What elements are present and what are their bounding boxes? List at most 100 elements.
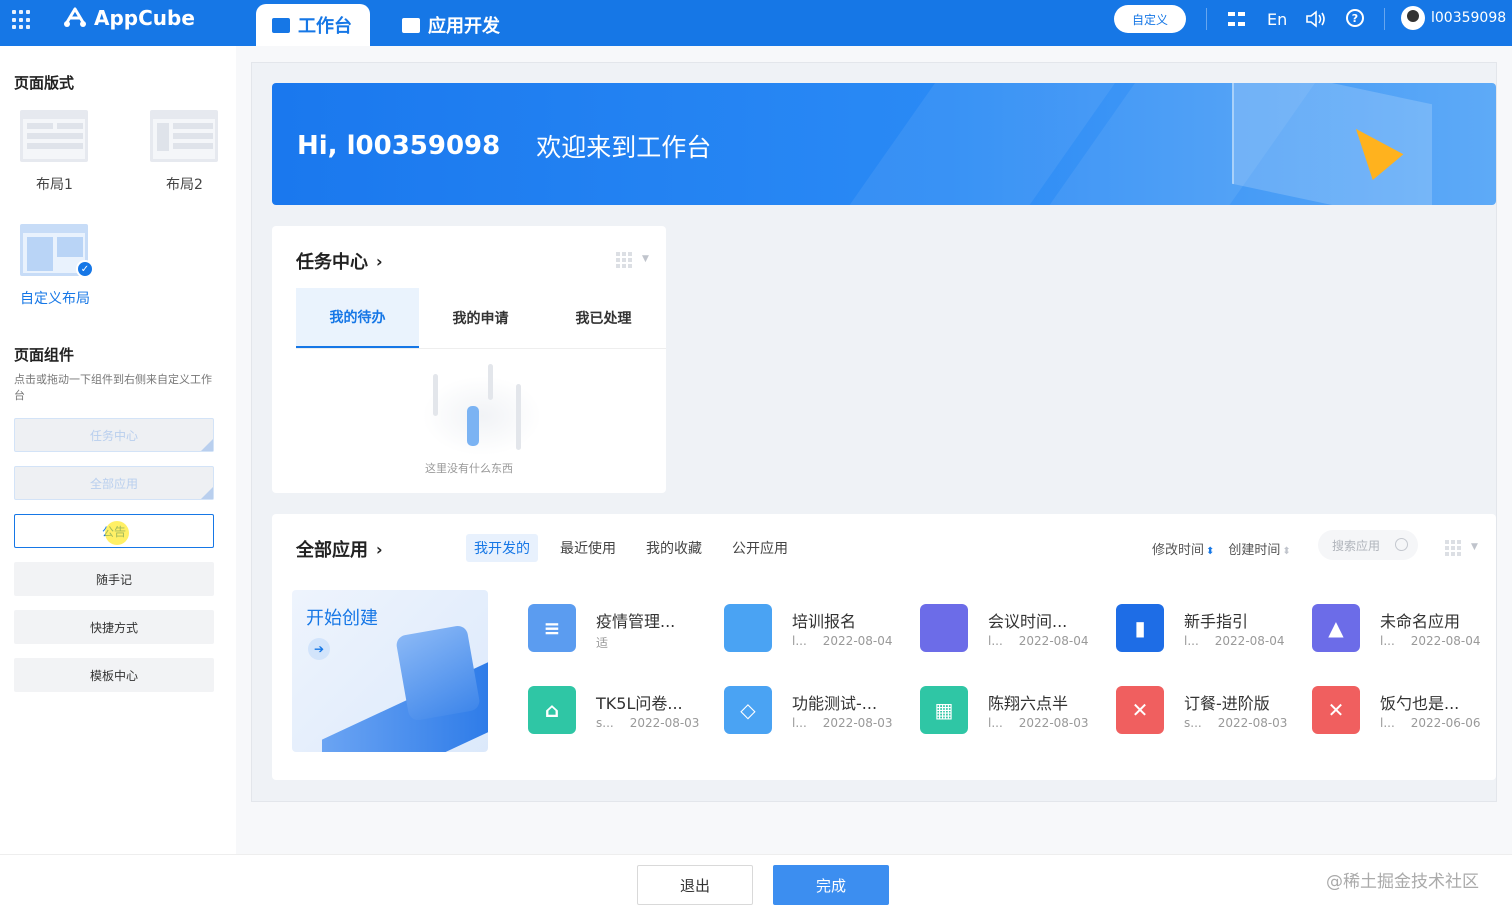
app-name: 疫情管理...	[596, 612, 676, 631]
banner-illustration	[1232, 83, 1432, 205]
app-meta: l... 2022-08-04	[792, 634, 893, 648]
app-item[interactable]: ▦ 陈翔六点半 l... 2022-08-03	[920, 684, 1110, 740]
cactus-illustration	[516, 384, 521, 450]
tab-processed[interactable]: 我已处理	[542, 288, 665, 348]
app-item[interactable]: ✕ 订餐-进阶版 s... 2022-08-03	[1116, 684, 1306, 740]
done-button[interactable]: 完成	[773, 865, 889, 905]
layout-2-thumbnail[interactable]	[150, 110, 218, 162]
bookmark-icon: ▮	[1116, 604, 1164, 652]
app-tabs: 我开发的 最近使用 我的收藏 公开应用	[466, 534, 796, 562]
empty-illustration	[422, 376, 542, 456]
greeting: Hi, l00359098	[297, 131, 501, 161]
app-item[interactable]: ≡ 疫情管理... 适	[528, 602, 718, 658]
app-item[interactable]: ⌂ TK5L问卷... s... 2022-08-03	[528, 684, 718, 740]
all-apps-title-text: 全部应用	[296, 540, 368, 561]
app-item[interactable]: 培训报名 l... 2022-08-04	[724, 602, 914, 658]
sort-modified[interactable]: 修改时间 ⬍	[1152, 539, 1214, 558]
app-meta: l... 2022-08-04	[988, 634, 1089, 648]
app-name: 功能测试-...	[792, 694, 878, 713]
code-screen-icon	[402, 17, 420, 33]
language-toggle[interactable]: En	[1267, 8, 1287, 30]
shield-icon: ◇	[724, 686, 772, 734]
app-item[interactable]: ✕ 饭勺也是... l... 2022-06-06	[1312, 684, 1502, 740]
drag-handle-icon[interactable]	[1445, 540, 1461, 556]
search-input[interactable]: 搜索应用	[1318, 530, 1418, 560]
chevron-down-icon[interactable]: ▼	[1471, 542, 1478, 552]
app-name: 饭勺也是...	[1380, 694, 1460, 713]
tab-recent[interactable]: 最近使用	[552, 534, 624, 562]
app-meta: s... 2022-08-03	[1184, 716, 1288, 730]
cactus-illustration	[433, 374, 438, 416]
tab-workbench-label: 工作台	[298, 16, 352, 37]
code-icon	[724, 604, 772, 652]
app-logo[interactable]: AppCube	[62, 6, 195, 30]
layout-1-thumbnail[interactable]	[20, 110, 88, 162]
customize-button[interactable]: 自定义	[1114, 5, 1186, 33]
app-name: 陈翔六点半	[988, 694, 1069, 713]
app-name: 订餐-进阶版	[1184, 694, 1270, 713]
component-all-apps[interactable]: 全部应用	[14, 466, 214, 500]
banner-text: Hi, l00359098 欢迎来到工作台	[297, 128, 711, 164]
tab-favorites[interactable]: 我的收藏	[638, 534, 710, 562]
tab-app-dev-label: 应用开发	[428, 16, 500, 37]
app-item[interactable]: 会议时间... l... 2022-08-04	[920, 602, 1110, 658]
app-meta: l... 2022-08-04	[1380, 634, 1481, 648]
drag-handle-icon[interactable]	[616, 252, 632, 268]
tab-public[interactable]: 公开应用	[724, 534, 796, 562]
app-item[interactable]: ▲ 未命名应用 l... 2022-08-04	[1312, 602, 1502, 658]
cube-logo-icon	[64, 7, 86, 27]
all-apps-title[interactable]: 全部应用 ›	[296, 536, 383, 562]
component-template-center[interactable]: 模板中心	[14, 658, 214, 692]
username: l00359098	[1431, 10, 1507, 26]
footer-bar: 退出 完成 @稀土掘金技术社区	[0, 854, 1512, 910]
app-item[interactable]: ◇ 功能测试-... l... 2022-08-03	[724, 684, 914, 740]
cactus-illustration	[488, 364, 493, 400]
person-illustration	[467, 406, 479, 446]
chevron-down-icon[interactable]: ▼	[642, 254, 649, 264]
welcome-text: 欢迎来到工作台	[536, 133, 712, 162]
all-apps-card: 全部应用 › 我开发的 最近使用 我的收藏 公开应用 修改时间 ⬍ 创建时间 ⬍ 搜…	[272, 514, 1496, 780]
calendar-icon: ▲	[1312, 604, 1360, 652]
app-name: 新手指引	[1184, 612, 1249, 631]
layout-section-title: 页面版式	[14, 74, 75, 92]
components-section-title: 页面组件	[14, 346, 75, 364]
workbench-icon	[272, 17, 290, 33]
sort-created[interactable]: 创建时间 ⬍	[1228, 539, 1290, 558]
tab-my-todo[interactable]: 我的待办	[296, 288, 419, 348]
arrow-right-icon[interactable]: ➔	[308, 638, 330, 660]
apps-grid-icon[interactable]	[12, 10, 32, 30]
task-center-title[interactable]: 任务中心 ›	[296, 248, 383, 274]
layout-2-label[interactable]: 布局2	[166, 174, 203, 194]
exit-button[interactable]: 退出	[637, 865, 753, 905]
custom-layout-label[interactable]: 自定义布局	[20, 288, 90, 308]
home-icon: ⌂	[528, 686, 576, 734]
components-hint: 点击或拖动一下组件到右侧来自定义工作台	[14, 373, 212, 402]
tab-my-developed[interactable]: 我开发的	[466, 534, 538, 562]
task-center-title-text: 任务中心	[296, 252, 368, 273]
tab-my-applications[interactable]: 我的申请	[419, 288, 542, 348]
qr-code-icon[interactable]	[1228, 10, 1246, 28]
app-item[interactable]: ▮ 新手指引 l... 2022-08-04	[1116, 602, 1306, 658]
component-task-center[interactable]: 任务中心	[14, 418, 214, 452]
app-meta: s... 2022-08-03	[596, 716, 700, 730]
component-shortcuts[interactable]: 快捷方式	[14, 610, 214, 644]
app-meta: l... 2022-08-04	[1184, 634, 1285, 648]
divider	[1206, 8, 1207, 30]
component-notes[interactable]: 随手记	[14, 562, 214, 596]
help-icon[interactable]: ?	[1346, 9, 1364, 27]
start-create-card[interactable]: 开始创建 ➔	[292, 590, 488, 752]
layout-1-label[interactable]: 布局1	[36, 174, 73, 194]
app-name: TK5L问卷...	[596, 694, 683, 713]
start-create-label: 开始创建	[306, 608, 378, 629]
app-name: 培训报名	[792, 612, 857, 631]
user-menu[interactable]: l00359098	[1401, 6, 1506, 30]
cursor-highlight	[105, 521, 129, 545]
search-icon	[1395, 538, 1408, 551]
utensils-icon: ✕	[1116, 686, 1164, 734]
chevron-right-icon: ›	[376, 251, 383, 271]
speaker-icon[interactable]	[1305, 8, 1327, 30]
watermark: @稀土掘金技术社区	[1326, 872, 1479, 892]
avatar	[1401, 6, 1425, 30]
tab-app-dev[interactable]: 应用开发	[386, 4, 516, 46]
tab-workbench[interactable]: 工作台	[256, 4, 370, 46]
